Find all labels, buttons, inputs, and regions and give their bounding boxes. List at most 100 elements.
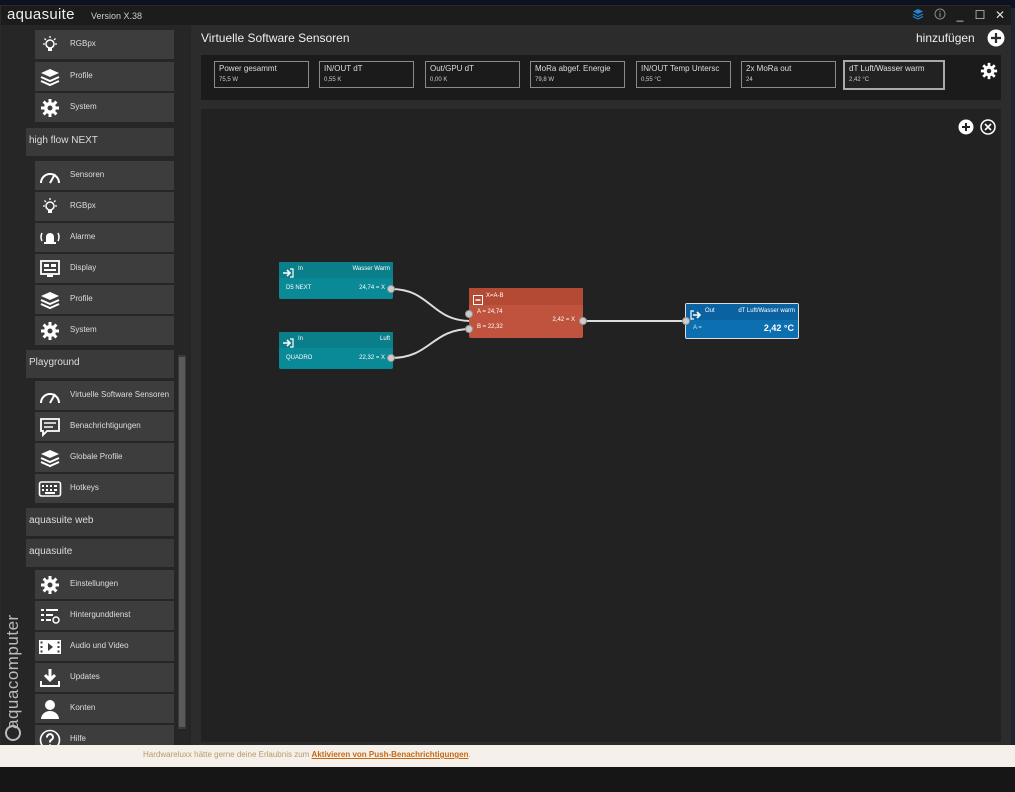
tile-value: 79,8 W xyxy=(535,77,555,83)
sidebar-item-updates[interactable]: Updates xyxy=(35,663,174,692)
sidebar-item-virtuelle-software-sensoren[interactable]: Virtuelle Software Sensoren xyxy=(35,381,174,410)
sidebar-item-label: Virtuelle Software Sensoren xyxy=(70,390,170,399)
sign-in-icon xyxy=(283,335,294,353)
node-type: In xyxy=(298,266,304,272)
sidebar-group-aquasuite-web[interactable]: aquasuite web xyxy=(26,508,174,536)
display-icon xyxy=(35,254,65,283)
layers-icon xyxy=(35,443,65,472)
sidebar-item-label: Hintergunddienst xyxy=(70,610,131,619)
sidebar-item-label: Hotkeys xyxy=(70,483,99,492)
sidebar-item-hintergunddienst[interactable]: Hintergunddienst xyxy=(35,601,174,630)
output-port[interactable] xyxy=(387,285,395,293)
sensor-tile[interactable]: Power gesammt 75,5 W xyxy=(214,61,309,88)
sign-in-icon xyxy=(283,265,294,283)
node-input: A = xyxy=(693,325,702,331)
tile-value: 24 xyxy=(746,77,753,83)
minimize-button[interactable]: _ xyxy=(952,8,968,23)
sidebar-item-audio-und-video[interactable]: Audio und Video xyxy=(35,632,174,661)
app-name: aquasuite xyxy=(7,6,75,23)
sidebar-item-einstellungen[interactable]: Einstellungen xyxy=(35,570,174,599)
sensor-tile-selected[interactable]: dT Luft/Wasser warm 2,42 °C xyxy=(843,60,945,90)
gear-icon[interactable] xyxy=(980,62,998,85)
tile-value: 2,42 °C xyxy=(849,77,870,83)
bulb-icon xyxy=(35,192,65,221)
input-port-b[interactable] xyxy=(465,325,473,333)
output-port[interactable] xyxy=(579,317,587,325)
gear-icon xyxy=(35,570,65,599)
input-port-a[interactable] xyxy=(682,317,690,325)
page-title: Virtuelle Software Sensoren xyxy=(201,31,350,45)
input-port-a[interactable] xyxy=(465,310,473,318)
sidebar-item-system[interactable]: System xyxy=(35,93,174,122)
sensor-tile[interactable]: IN/OUT Temp Untersc 0,55 °C xyxy=(636,61,731,88)
add-sensor-button-label[interactable]: hinzufügen xyxy=(916,31,975,45)
video-icon xyxy=(35,632,65,661)
sensor-tile[interactable]: 2x MoRa out 24 xyxy=(741,61,836,88)
sidebar-item-label: Hilfe xyxy=(70,734,87,743)
gear-icon xyxy=(35,316,65,345)
sidebar-item-label: Audio und Video xyxy=(70,641,129,650)
sidebar-item-benachrichtigungen[interactable]: Benachrichtigungen xyxy=(35,412,174,441)
bulb-icon xyxy=(35,30,65,59)
gear-icon xyxy=(35,93,65,122)
node-connections xyxy=(390,288,691,359)
output-node[interactable]: Out dT Luft/Wasser warm A = 2,42 °C xyxy=(685,303,799,339)
layers-icon xyxy=(35,62,65,91)
node-output: 22,32 = X xyxy=(359,355,385,361)
sidebar-scrollbar-thumb[interactable] xyxy=(179,357,185,727)
input-node-luft[interactable]: In Luft QUADRO 22,32 = X xyxy=(279,332,393,369)
maximize-button[interactable]: ☐ xyxy=(972,8,988,23)
node-editor-canvas[interactable]: In Wasser Warm D5 NEXT 24,74 = X In Luft… xyxy=(201,109,1001,742)
sensor-tile[interactable]: MoRa abgef. Energie 79,8 W xyxy=(530,61,625,88)
tile-name: 2x MoRa out xyxy=(746,64,792,73)
sidebar-item-display[interactable]: Display xyxy=(35,254,174,283)
close-button[interactable]: ✕ xyxy=(992,8,1008,23)
tile-value: 0,00 K xyxy=(430,77,448,83)
sidebar-item-profile[interactable]: Profile xyxy=(35,285,174,314)
aquacomputer-logo-icon xyxy=(5,725,21,741)
sign-out-icon xyxy=(690,307,702,325)
add-icon[interactable] xyxy=(987,29,1005,52)
sidebar-group-high-flow-next[interactable]: high flow NEXT xyxy=(26,128,174,156)
sidebar-item-system[interactable]: System xyxy=(35,316,174,345)
node-input-b: B = 22,32 xyxy=(477,324,503,330)
node-type: In xyxy=(298,336,304,342)
output-port[interactable] xyxy=(387,354,395,362)
service-icon xyxy=(35,601,65,630)
title-bar: aquasuite Version X.38 _ ☐ ✕ xyxy=(1,6,1011,25)
sidebar-item-globale-profile[interactable]: Globale Profile xyxy=(35,443,174,472)
sidebar-item-rgbpx[interactable]: RGBpx xyxy=(35,192,174,221)
tile-value: 0,55 K xyxy=(324,77,342,83)
sensor-tile[interactable]: IN/OUT dT 0,55 K xyxy=(319,61,414,88)
user-icon xyxy=(35,694,65,723)
sidebar-item-sensoren[interactable]: Sensoren xyxy=(35,161,174,190)
layers-icon xyxy=(35,285,65,314)
sensor-tiles-bar: Power gesammt 75,5 W IN/OUT dT 0,55 K Ou… xyxy=(201,55,1001,100)
sidebar-group-aquasuite[interactable]: aquasuite xyxy=(26,539,174,567)
tile-name: Out/GPU dT xyxy=(430,64,475,73)
brand-wordmark: aquacomputer xyxy=(3,614,22,729)
node-result: 2,42 = X xyxy=(552,317,575,323)
calculation-node[interactable]: X=A-B A = 24,74 B = 22,32 2,42 = X xyxy=(469,288,583,338)
sidebar-group-playground[interactable]: Playground xyxy=(26,350,174,378)
alarm-icon xyxy=(35,223,65,252)
sidebar-item-konten[interactable]: Konten xyxy=(35,694,174,723)
screen: aquasuite Version X.38 _ ☐ ✕ RGBpx Profi… xyxy=(0,0,1015,792)
sidebar-item-label: System xyxy=(70,325,97,334)
sidebar-item-label: Updates xyxy=(70,672,100,681)
sidebar-item-profile[interactable]: Profile xyxy=(35,62,174,91)
tile-name: Power gesammt xyxy=(219,64,277,73)
sidebar-item-rgbpx[interactable]: RGBpx xyxy=(35,30,174,59)
sidebar-item-alarme[interactable]: Alarme xyxy=(35,223,174,252)
enable-push-link[interactable]: Aktivieren von Push-Benachrichtigungen xyxy=(312,750,469,759)
sidebar-item-label: Konten xyxy=(70,703,96,712)
sensor-tile[interactable]: Out/GPU dT 0,00 K xyxy=(425,61,520,88)
layers-icon[interactable] xyxy=(910,8,926,23)
input-node-wasser-warm[interactable]: In Wasser Warm D5 NEXT 24,74 = X xyxy=(279,262,393,299)
sidebar-item-hotkeys[interactable]: Hotkeys xyxy=(35,474,174,503)
node-source: QUADRO xyxy=(286,355,313,361)
tile-value: 75,5 W xyxy=(219,77,239,83)
node-name: dT Luft/Wasser warm xyxy=(738,308,795,314)
info-icon[interactable] xyxy=(932,8,948,23)
node-input-a: A = 24,74 xyxy=(477,309,503,315)
